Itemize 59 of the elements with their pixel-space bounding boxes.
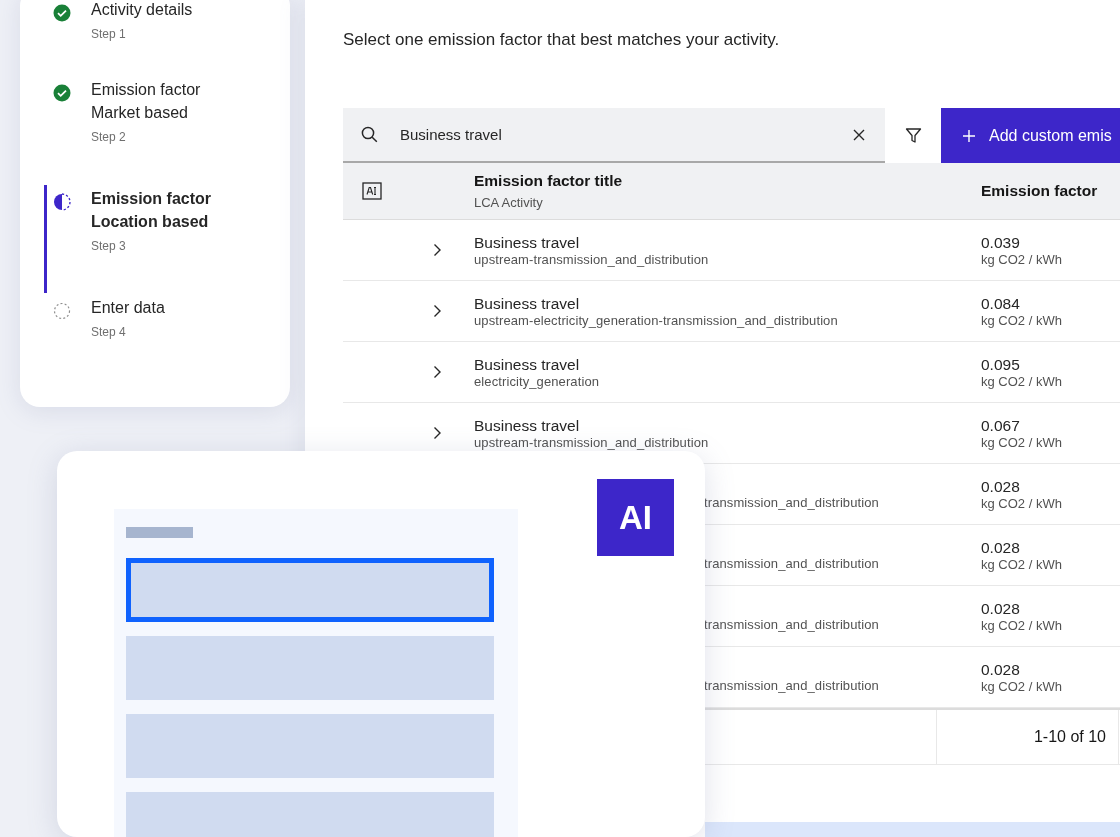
emission-unit: kg CO2 / kWh <box>981 434 1063 450</box>
half-circle-icon <box>53 193 71 211</box>
row-title: Business travel <box>474 294 581 313</box>
add-custom-button[interactable]: Add custom emis <box>941 108 1120 163</box>
emission-value: 0.084 <box>981 294 1021 313</box>
row-subtitle: transmission_and_distribution <box>703 678 880 693</box>
emission-value: 0.028 <box>981 660 1021 679</box>
step-caption: Step 2 <box>91 130 127 144</box>
emission-value: 0.095 <box>981 355 1021 374</box>
row-subtitle: transmission_and_distribution <box>703 617 880 632</box>
chevron-right-icon[interactable] <box>432 304 442 318</box>
step-caption: Step 1 <box>91 27 127 41</box>
row-title: Business travel <box>474 233 581 252</box>
row-title: Business travel <box>474 355 581 374</box>
ai-icon[interactable] <box>361 182 382 200</box>
close-icon[interactable] <box>853 128 865 141</box>
emission-unit: kg CO2 / kWh <box>981 312 1063 328</box>
chevron-right-icon[interactable] <box>432 426 442 440</box>
search-input[interactable]: Business travel <box>398 125 853 144</box>
column-subheader: LCA Activity <box>474 195 544 210</box>
row-subtitle: transmission_and_distribution <box>703 495 880 510</box>
step-caption: Step 3 <box>91 239 127 253</box>
column-header: Emission factor <box>981 182 1099 200</box>
emission-value: 0.028 <box>981 599 1021 618</box>
chevron-right-icon[interactable] <box>432 365 442 379</box>
checkmark-icon <box>53 84 71 102</box>
step-title[interactable]: Enter data <box>91 296 165 319</box>
emission-value: 0.028 <box>981 538 1021 557</box>
row-subtitle: electricity_generation <box>474 373 601 389</box>
row-title: Business travel <box>474 416 581 435</box>
row-subtitle: upstream-electricity_generation-transmission_and_distribution <box>474 312 839 328</box>
label-placeholder <box>126 527 193 538</box>
filter-icon <box>904 127 922 144</box>
emission-unit: kg CO2 / kWh <box>981 251 1063 267</box>
column-header: Emission factor title <box>474 172 624 190</box>
ai-badge: AI <box>597 479 674 556</box>
pagination-text: 1-10 of 10 <box>937 710 1119 764</box>
dashed-circle-icon <box>53 302 71 320</box>
description-text: Select one emission factor that best matches your activity. <box>343 30 781 50</box>
step-title[interactable]: Activity details <box>91 0 193 21</box>
plus-icon <box>963 129 975 142</box>
emission-value: 0.067 <box>981 416 1021 435</box>
emission-value: 0.039 <box>981 233 1021 252</box>
step-title[interactable]: Emission factor Market based <box>91 78 201 124</box>
step-title[interactable]: Emission factor Location based <box>91 187 212 233</box>
emission-unit: kg CO2 / kWh <box>981 617 1063 633</box>
search-icon <box>361 126 378 143</box>
row-subtitle: upstream-transmission_and_distribution <box>474 434 710 450</box>
emission-unit: kg CO2 / kWh <box>981 556 1063 572</box>
emission-unit: kg CO2 / kWh <box>981 495 1063 511</box>
emission-unit: kg CO2 / kWh <box>981 678 1063 694</box>
step-caption: Step 4 <box>91 325 127 339</box>
checkmark-icon <box>53 4 71 22</box>
chevron-right-icon[interactable] <box>432 243 442 257</box>
row-subtitle: transmission_and_distribution <box>703 556 880 571</box>
search-field[interactable]: Business travel <box>343 108 885 163</box>
row-subtitle: upstream-transmission_and_distribution <box>474 251 710 267</box>
emission-unit: kg CO2 / kWh <box>981 373 1063 389</box>
emission-value: 0.028 <box>981 477 1021 496</box>
